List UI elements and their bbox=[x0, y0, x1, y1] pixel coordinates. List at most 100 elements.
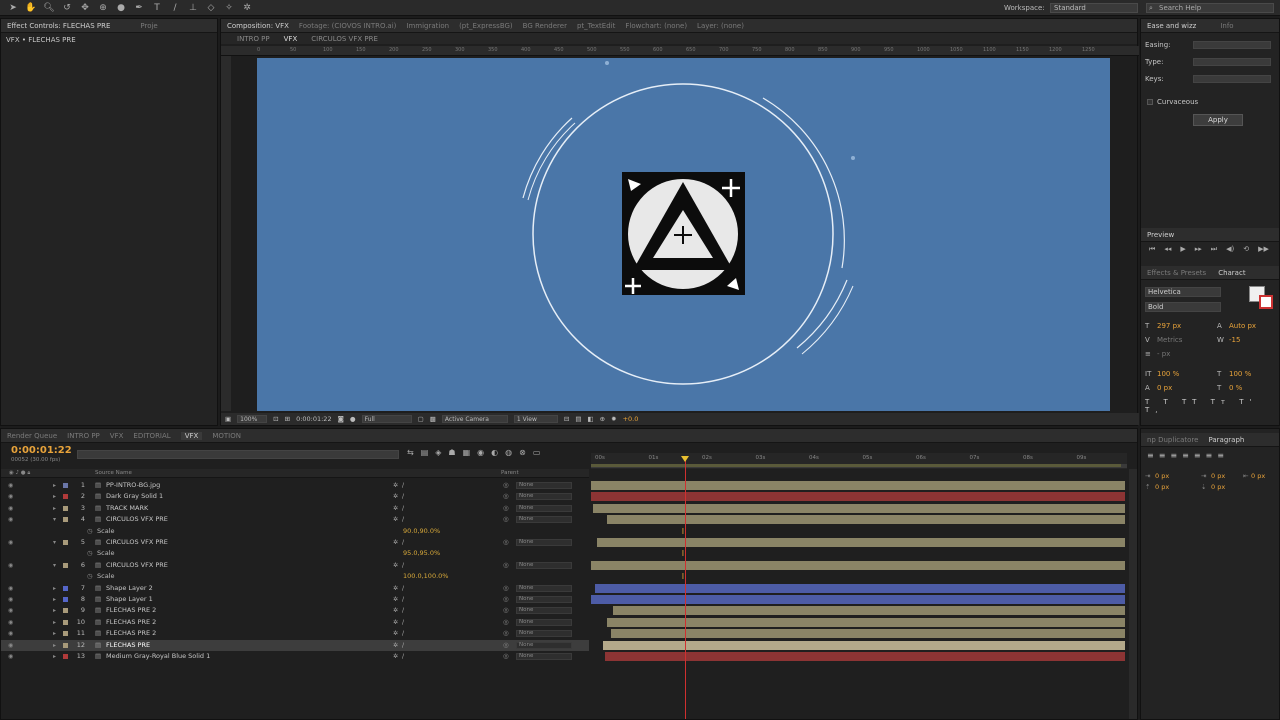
layer-duration-bar[interactable] bbox=[591, 560, 1125, 570]
layer-switches[interactable]: ✲/ bbox=[393, 480, 408, 491]
label-color-swatch[interactable] bbox=[63, 585, 68, 591]
playhead-handle[interactable] bbox=[680, 456, 689, 462]
twirl-right-icon[interactable]: ▸ bbox=[53, 583, 56, 594]
keyframe-marker[interactable]: I bbox=[682, 549, 684, 558]
pen-tool-icon[interactable]: ✒ bbox=[132, 1, 146, 15]
text-style-buttons[interactable]: T T TT Tт T' T, bbox=[1145, 398, 1275, 414]
timeline-tab[interactable]: Render Queue bbox=[7, 432, 57, 440]
layer-row[interactable]: ◉ ▾ 5 ▤ CIRCULOS VFX PRE ✲/ ◎ None bbox=[1, 537, 589, 548]
layer-row[interactable]: ◉ ▸ 10 ▤ FLECHAS PRE 2 ✲/ ◎ None bbox=[1, 617, 589, 628]
render-icon[interactable]: ▭ bbox=[533, 448, 541, 457]
label-color-swatch[interactable] bbox=[63, 540, 68, 545]
parent-select[interactable]: None bbox=[516, 607, 572, 615]
parent-select[interactable]: None bbox=[516, 584, 572, 592]
layer-duration-bar[interactable] bbox=[591, 492, 1125, 502]
stopwatch-icon[interactable]: ◷ bbox=[87, 571, 93, 582]
draft-3d-icon[interactable]: ◈ bbox=[435, 448, 441, 457]
stopwatch-icon[interactable]: ◷ bbox=[87, 548, 93, 559]
parent-pickwhip-icon[interactable]: ◎ bbox=[503, 560, 509, 571]
layer-row[interactable]: ◉ ▸ 11 ▤ FLECHAS PRE 2 ✲/ ◎ None bbox=[1, 628, 589, 639]
layer-row[interactable]: ◉ ▾ 4 ▤ CIRCULOS VFX PRE ✲/ ◎ None bbox=[1, 514, 589, 525]
layer-search-input[interactable] bbox=[77, 450, 399, 459]
parent-select[interactable]: None bbox=[516, 618, 572, 626]
horizontal-scale-value[interactable]: 100 % bbox=[1229, 370, 1251, 378]
type-tool-icon[interactable]: T bbox=[150, 1, 164, 15]
comp-tab[interactable]: Footage: (CIOVOS INTRO.ai) bbox=[299, 22, 396, 30]
camera-tool-icon[interactable]: ✥ bbox=[78, 1, 92, 15]
label-color-swatch[interactable] bbox=[63, 619, 68, 625]
layer-name[interactable]: FLECHAS PRE 2 bbox=[106, 628, 156, 639]
twirl-down-icon[interactable]: ▾ bbox=[53, 514, 56, 525]
layer-name[interactable]: CIRCULOS VFX PRE bbox=[106, 537, 168, 548]
curvaceous-checkbox[interactable] bbox=[1147, 99, 1153, 105]
flowchart-icon[interactable]: ⊕ bbox=[600, 415, 605, 423]
puppet-tool-icon[interactable]: ✲ bbox=[240, 1, 254, 15]
twirl-down-icon[interactable]: ▾ bbox=[53, 537, 56, 548]
comp-tab[interactable]: Layer: (none) bbox=[697, 22, 744, 30]
visibility-eye-icon[interactable]: ◉ bbox=[8, 617, 13, 628]
timeline-timecode[interactable]: 0:00:01:22 bbox=[11, 445, 72, 456]
search-help-input[interactable]: ⌕ Search Help bbox=[1146, 3, 1274, 13]
roi-icon[interactable]: ▢ bbox=[418, 415, 424, 423]
property-row[interactable]: ◷ Scale 95.0,95.0% bbox=[1, 548, 589, 559]
brush-tool-icon[interactable]: / bbox=[168, 1, 182, 15]
vertical-scale-value[interactable]: 100 % bbox=[1157, 370, 1179, 378]
twirl-right-icon[interactable]: ▸ bbox=[53, 640, 56, 651]
clone-tool-icon[interactable]: ⊥ bbox=[186, 1, 200, 15]
parent-select[interactable]: None bbox=[516, 596, 572, 603]
prev-frame-icon[interactable]: ◂◂ bbox=[1164, 245, 1171, 254]
tab-duplicatore[interactable]: np Duplicatore bbox=[1147, 436, 1198, 444]
twirl-right-icon[interactable]: ▸ bbox=[53, 617, 56, 628]
twirl-right-icon[interactable]: ▸ bbox=[53, 605, 56, 616]
layer-duration-bar[interactable] bbox=[591, 595, 1125, 604]
twirl-right-icon[interactable]: ▸ bbox=[53, 651, 56, 662]
parent-select[interactable]: None bbox=[516, 630, 572, 638]
alignment-buttons[interactable]: ≡≡≡≡≡≡≡ bbox=[1147, 451, 1229, 460]
comp-mini-flowchart-icon[interactable]: ⇆ bbox=[407, 448, 414, 457]
layer-switches[interactable]: ✲/ bbox=[393, 537, 408, 548]
comp-tab[interactable]: pt_TextEdit bbox=[577, 22, 615, 30]
layer-row[interactable]: ◉ ▸ 9 ▤ FLECHAS PRE 2 ✲/ ◎ None bbox=[1, 605, 589, 616]
layer-name[interactable]: Shape Layer 2 bbox=[106, 583, 153, 594]
parent-pickwhip-icon[interactable]: ◎ bbox=[503, 537, 509, 548]
layer-duration-bar[interactable] bbox=[593, 503, 1125, 513]
indent-left-value[interactable]: 0 px bbox=[1155, 471, 1169, 482]
property-value[interactable]: 95.0,95.0% bbox=[403, 548, 440, 559]
parent-pickwhip-icon[interactable]: ◎ bbox=[503, 514, 509, 525]
layer-switches[interactable]: ✲/ bbox=[393, 628, 408, 639]
eraser-tool-icon[interactable]: ◇ bbox=[204, 1, 218, 15]
font-style-select[interactable]: Bold bbox=[1145, 302, 1221, 312]
parent-select[interactable]: None bbox=[516, 482, 572, 489]
parent-pickwhip-icon[interactable]: ◎ bbox=[503, 628, 509, 639]
layer-name[interactable]: TRACK MARK bbox=[106, 503, 148, 514]
parent-select[interactable]: None bbox=[516, 641, 572, 649]
comp-tab[interactable]: Flowchart: (none) bbox=[625, 22, 687, 30]
label-color-swatch[interactable] bbox=[63, 631, 68, 637]
view-layout-select[interactable]: 1 View bbox=[513, 415, 558, 423]
visibility-eye-icon[interactable]: ◉ bbox=[8, 651, 13, 662]
playhead[interactable] bbox=[684, 457, 686, 719]
parent-pickwhip-icon[interactable]: ◎ bbox=[503, 617, 509, 628]
play-icon[interactable]: ▶ bbox=[1180, 245, 1185, 254]
keys-select[interactable] bbox=[1193, 75, 1271, 83]
label-color-swatch[interactable] bbox=[63, 597, 68, 602]
timeline-tab[interactable]: INTRO PP bbox=[67, 432, 100, 440]
source-name-header[interactable]: Source Name bbox=[95, 470, 132, 476]
next-frame-icon[interactable]: ▸▸ bbox=[1195, 245, 1202, 254]
label-color-swatch[interactable] bbox=[63, 608, 68, 614]
tsume-value[interactable]: 0 % bbox=[1229, 384, 1242, 392]
brainstorm-icon[interactable]: ◍ bbox=[505, 448, 512, 457]
tab-effect-controls[interactable]: Effect Controls: FLECHAS PRE bbox=[7, 22, 110, 30]
fast-preview-icon[interactable]: ▤ bbox=[575, 415, 581, 423]
layer-name[interactable]: FLECHAS PRE 2 bbox=[106, 605, 156, 616]
timeline-scrollbar[interactable] bbox=[1129, 469, 1137, 719]
keyframe-marker[interactable]: I bbox=[682, 572, 684, 581]
workspace-select[interactable]: Standard bbox=[1050, 3, 1138, 13]
label-color-swatch[interactable] bbox=[63, 494, 68, 500]
tab-character[interactable]: Charact bbox=[1218, 269, 1245, 277]
parent-select[interactable]: None bbox=[516, 561, 572, 569]
parent-pickwhip-icon[interactable]: ◎ bbox=[503, 651, 509, 662]
twirl-right-icon[interactable]: ▸ bbox=[53, 628, 56, 639]
layer-name[interactable]: Shape Layer 1 bbox=[106, 594, 153, 605]
layer-duration-bar[interactable] bbox=[605, 652, 1125, 661]
